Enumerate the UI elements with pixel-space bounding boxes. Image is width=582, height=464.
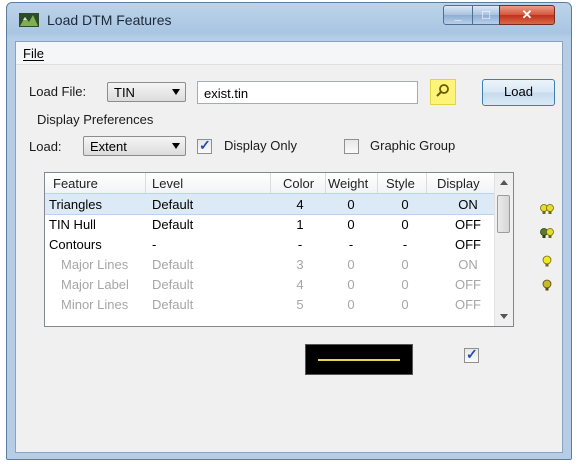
feature-cell: Major Label — [61, 277, 129, 292]
color-cell: 4 — [296, 277, 304, 292]
checkmark-icon: ✓ — [466, 346, 478, 362]
dialog-client-area: File Load File: TIN exist.tin Load Displ… — [15, 41, 563, 453]
column-header-feature[interactable]: Feature — [53, 176, 98, 191]
column-header-style[interactable]: Style — [386, 176, 415, 191]
feature-cell: TIN Hull — [49, 217, 96, 232]
feature-cell: Major Lines — [61, 257, 129, 272]
dtm-app-icon — [19, 13, 39, 27]
feature-cell: Contours — [49, 237, 102, 252]
table-row[interactable]: TIN Hull Default 1 0 0 OFF — [45, 214, 495, 234]
table-row[interactable]: Major Label Default 4 0 0 OFF — [45, 274, 495, 294]
display-cell: OFF — [455, 217, 481, 232]
lightbulb-off-icon[interactable] — [539, 278, 555, 294]
display-cell: OFF — [455, 297, 481, 312]
color-cell: - — [297, 237, 303, 252]
style-cell: 0 — [401, 297, 409, 312]
color-cell: 3 — [296, 257, 304, 272]
graphic-group-checkbox[interactable] — [344, 139, 359, 154]
line-sample — [318, 359, 400, 361]
color-cell: 5 — [296, 297, 304, 312]
graphic-group-label: Graphic Group — [370, 138, 456, 153]
weight-cell: 0 — [347, 257, 355, 272]
table-scrollbar[interactable] — [494, 173, 513, 326]
file-type-value: TIN — [114, 85, 135, 100]
weight-cell: 0 — [347, 217, 355, 232]
close-button[interactable]: ✕ — [499, 5, 555, 25]
level-cell: Default — [152, 277, 194, 292]
menu-bar: File — [16, 42, 562, 65]
load-mode-value: Extent — [90, 139, 127, 154]
table-header: Feature Level Color Weight Style Display — [45, 173, 495, 194]
minimize-icon: _ — [454, 7, 462, 22]
display-only-checkbox[interactable]: ✓ — [197, 137, 212, 154]
maximize-icon: □ — [482, 7, 490, 22]
features-table: Feature Level Color Weight Style Display… — [44, 172, 514, 327]
dropdown-arrow-icon — [172, 143, 180, 149]
feature-cell: Minor Lines — [61, 297, 129, 312]
display-cell: ON — [458, 197, 478, 212]
table-row[interactable]: Triangles Default 4 0 0 ON — [45, 193, 496, 215]
file-path-value: exist.tin — [204, 86, 249, 101]
level-cell: Default — [152, 257, 194, 272]
level-cell: - — [152, 237, 157, 252]
weight-cell: - — [348, 237, 354, 252]
level-cell: Default — [152, 197, 194, 212]
display-cell: OFF — [455, 237, 481, 252]
style-cell: 0 — [401, 217, 409, 232]
browse-button[interactable] — [430, 79, 456, 105]
display-cell: OFF — [455, 277, 481, 292]
style-cell: 0 — [401, 197, 409, 212]
weight-cell: 0 — [347, 277, 355, 292]
column-header-level[interactable]: Level — [152, 176, 183, 191]
level-cell: Default — [152, 217, 194, 232]
preview-checkbox[interactable]: ✓ — [464, 346, 479, 363]
load-mode-dropdown[interactable]: Extent — [83, 136, 186, 156]
checkmark-icon: ✓ — [199, 137, 211, 153]
scroll-up-icon[interactable] — [500, 180, 508, 185]
load-button[interactable]: Load — [482, 79, 555, 106]
title-bar[interactable]: Load DTM Features _ □ ✕ — [7, 3, 571, 37]
feature-cell: Triangles — [49, 197, 102, 212]
search-icon — [436, 84, 449, 97]
maximize-button[interactable]: □ — [472, 5, 500, 25]
column-header-weight[interactable]: Weight — [328, 176, 368, 191]
all-lightbulbs-off-icon[interactable] — [539, 226, 555, 242]
table-row[interactable]: Major Lines Default 3 0 0 ON — [45, 254, 495, 274]
menu-file[interactable]: File — [23, 46, 44, 61]
load-label: Load: — [29, 139, 62, 154]
style-cell: 0 — [401, 257, 409, 272]
file-path-input[interactable]: exist.tin — [197, 81, 418, 104]
line-style-preview — [305, 344, 413, 375]
table-row[interactable]: Minor Lines Default 5 0 0 OFF — [45, 294, 495, 314]
column-header-display[interactable]: Display — [437, 176, 480, 191]
style-cell: - — [402, 237, 408, 252]
color-cell: 1 — [296, 217, 304, 232]
style-cell: 0 — [401, 277, 409, 292]
column-header-color[interactable]: Color — [283, 176, 314, 191]
lightbulb-on-icon[interactable] — [539, 254, 555, 270]
scroll-thumb[interactable] — [497, 195, 510, 233]
dialog-window: Load DTM Features _ □ ✕ File Load File: … — [6, 2, 572, 460]
weight-cell: 0 — [347, 197, 355, 212]
scroll-down-icon[interactable] — [500, 314, 508, 319]
load-file-label: Load File: — [29, 84, 87, 99]
weight-cell: 0 — [347, 297, 355, 312]
display-cell: ON — [458, 257, 478, 272]
minimize-button[interactable]: _ — [443, 5, 473, 25]
display-preferences-label: Display Preferences — [37, 112, 154, 127]
close-icon: ✕ — [521, 7, 533, 22]
level-cell: Default — [152, 297, 194, 312]
display-only-label: Display Only — [224, 138, 297, 153]
dropdown-arrow-icon — [172, 89, 180, 95]
file-type-dropdown[interactable]: TIN — [107, 82, 186, 102]
color-cell: 4 — [296, 197, 304, 212]
window-title: Load DTM Features — [47, 12, 172, 28]
all-lightbulbs-on-icon[interactable] — [539, 202, 555, 218]
table-row[interactable]: Contours - - - - OFF — [45, 234, 495, 254]
